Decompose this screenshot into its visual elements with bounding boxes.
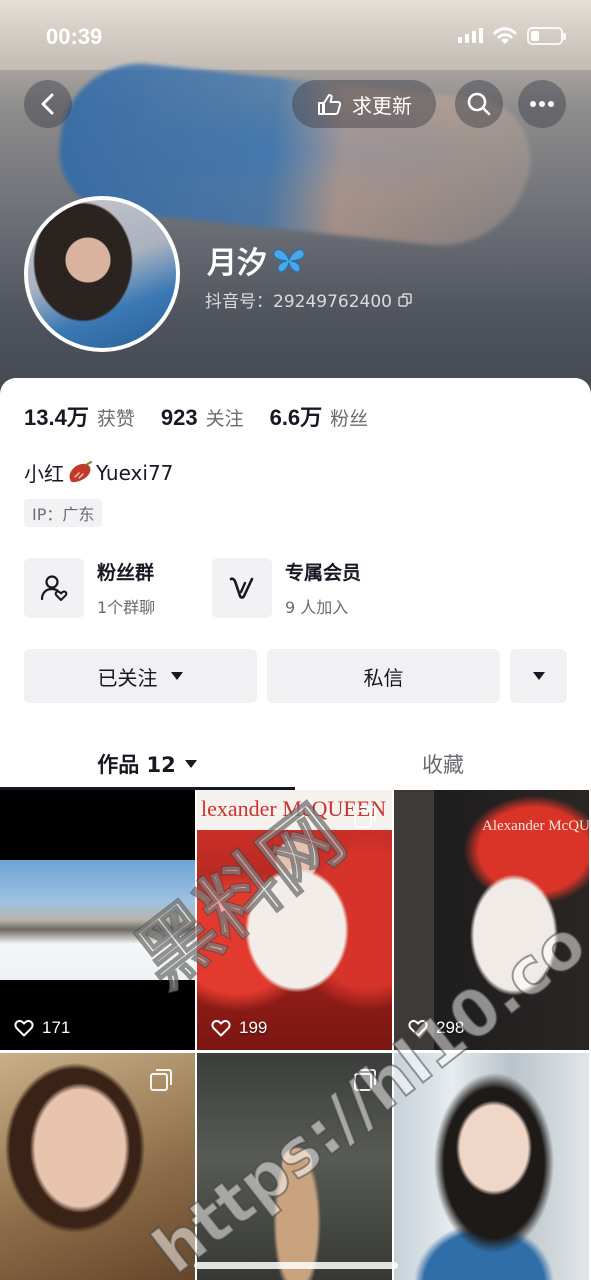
status-bar: 00:39 xyxy=(0,0,591,76)
battery-icon xyxy=(527,27,566,45)
request-update-label: 求更新 xyxy=(352,93,412,118)
douyin-id: 抖音号：29249762400 xyxy=(205,287,412,312)
chevron-left-icon xyxy=(41,93,54,115)
signal-icon xyxy=(458,28,483,43)
fan-group-title: 粉丝群 xyxy=(97,562,155,584)
multi-image-icon xyxy=(150,1069,172,1091)
more-button[interactable] xyxy=(518,80,566,128)
tab-works[interactable]: 作品 12 xyxy=(0,738,295,790)
membership-title: 专属会员 xyxy=(285,562,362,584)
heart-icon xyxy=(211,1020,231,1037)
stat-following[interactable]: 923 关注 xyxy=(161,404,244,431)
like-count-value: 199 xyxy=(239,1018,268,1037)
caret-down-icon xyxy=(532,672,545,680)
caret-down-icon xyxy=(170,672,183,680)
back-button[interactable] xyxy=(24,80,72,128)
fan-group-entry[interactable]: 粉丝群 1个群聊 xyxy=(24,558,155,618)
caret-down-icon xyxy=(184,760,197,768)
tab-works-label: 作品 12 xyxy=(97,753,176,777)
stat-followers[interactable]: 6.6万 粉丝 xyxy=(270,400,369,432)
home-indicator xyxy=(194,1262,398,1269)
membership-entry[interactable]: 专属会员 9 人加入 xyxy=(212,558,361,618)
stat-likes-label: 获赞 xyxy=(96,408,135,430)
like-count: 199 xyxy=(211,1018,267,1038)
membership-icon-box xyxy=(212,558,272,618)
membership-icon xyxy=(229,577,254,599)
stat-likes-value: 13.4万 xyxy=(24,405,89,430)
sweet-potato-icon xyxy=(69,460,92,482)
ip-location-tag: IP：广东 xyxy=(24,499,103,527)
message-label: 私信 xyxy=(363,665,404,690)
following-button[interactable]: 已关注 xyxy=(24,649,257,703)
fan-group-icon xyxy=(40,575,68,601)
wifi-icon xyxy=(493,27,517,44)
more-icon xyxy=(530,101,554,107)
copy-icon[interactable] xyxy=(398,292,412,307)
fan-group-icon-box xyxy=(24,558,84,618)
douyin-id-text: 抖音号：29249762400 xyxy=(205,292,392,312)
avatar[interactable] xyxy=(24,196,180,352)
tab-favorites[interactable]: 收藏 xyxy=(295,738,591,790)
profile-name: 月汐 xyxy=(207,238,307,282)
bio: 小红 Yuexi77 xyxy=(24,458,173,487)
status-time: 00:39 xyxy=(46,24,103,49)
profile-name-text: 月汐 xyxy=(207,246,267,281)
like-count-value: 171 xyxy=(42,1018,71,1037)
stat-following-label: 关注 xyxy=(205,408,244,430)
fan-group-subtitle: 1个群聊 xyxy=(97,598,156,617)
tab-favorites-label: 收藏 xyxy=(422,753,464,777)
stat-following-value: 923 xyxy=(160,405,198,430)
search-icon xyxy=(467,92,491,116)
bio-handle: Yuexi77 xyxy=(96,460,174,485)
butterfly-icon xyxy=(273,249,305,273)
search-button[interactable] xyxy=(455,80,503,128)
like-count: 171 xyxy=(14,1018,70,1038)
request-update-button[interactable]: 求更新 xyxy=(292,80,436,128)
pointing-hand-icon xyxy=(318,94,342,115)
following-label: 已关注 xyxy=(97,665,158,690)
bio-prefix: 小红 xyxy=(24,462,64,486)
message-button[interactable]: 私信 xyxy=(267,649,500,703)
heart-icon xyxy=(14,1020,34,1037)
stat-likes[interactable]: 13.4万 获赞 xyxy=(24,400,135,432)
stat-followers-value: 6.6万 xyxy=(269,405,323,430)
stat-followers-label: 粉丝 xyxy=(330,408,369,430)
multi-image-icon xyxy=(354,806,376,828)
recommend-dropdown-button[interactable] xyxy=(510,649,567,703)
thumbnail-brand-text: Alexander McQUEEN xyxy=(482,818,589,834)
stats-row: 13.4万 获赞 923 关注 6.6万 粉丝 xyxy=(24,400,394,432)
membership-subtitle: 9 人加入 xyxy=(285,598,349,617)
